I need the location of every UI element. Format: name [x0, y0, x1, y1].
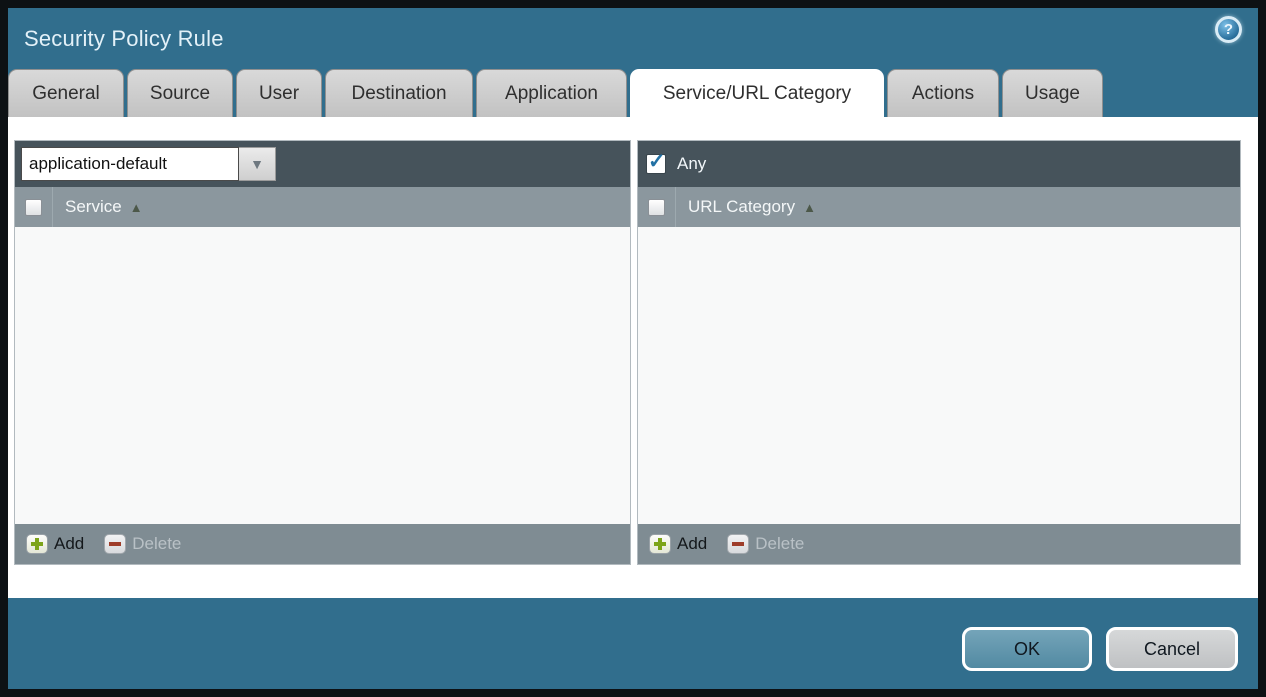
url-category-panel: ✓ Any URL Category ▲ Add [637, 140, 1241, 565]
any-checkbox[interactable]: ✓ [646, 154, 666, 174]
tab-label: Actions [912, 83, 974, 105]
title-bar: Security Policy Rule ? [8, 8, 1258, 69]
service-type-dropdown[interactable]: application-default ▼ [21, 147, 276, 181]
tab-label: Service/URL Category [663, 83, 851, 105]
tab-label: Application [505, 83, 598, 105]
add-icon [649, 534, 671, 554]
ok-button[interactable]: OK [962, 627, 1092, 671]
checkmark-icon: ✓ [648, 151, 666, 172]
dialog-action-bar: OK Cancel [8, 598, 1258, 689]
service-panel: application-default ▼ Service ▲ [14, 140, 631, 565]
url-category-list[interactable] [638, 227, 1240, 524]
url-category-toolbar: ✓ Any [638, 141, 1240, 187]
service-column-header: Service ▲ [15, 187, 630, 227]
tab-bar: General Source User Destination Applicat… [8, 69, 1258, 117]
tab-actions[interactable]: Actions [887, 69, 999, 117]
dialog-title: Security Policy Rule [24, 26, 224, 52]
tab-label: User [259, 83, 299, 105]
service-footer: Add Delete [15, 524, 630, 564]
delete-button-label: Delete [132, 534, 181, 554]
help-icon-glyph: ? [1224, 21, 1233, 38]
tab-source[interactable]: Source [127, 69, 233, 117]
tab-general[interactable]: General [8, 69, 124, 117]
tab-label: Destination [351, 83, 446, 105]
add-icon [26, 534, 48, 554]
panels-row: application-default ▼ Service ▲ [14, 140, 1258, 565]
url-category-column-label[interactable]: URL Category [688, 197, 795, 217]
add-button-label: Add [677, 534, 707, 554]
service-select-all-cell [15, 187, 53, 227]
tab-label: Source [150, 83, 210, 105]
service-add-button[interactable]: Add [26, 534, 84, 554]
service-delete-button[interactable]: Delete [104, 534, 181, 554]
add-button-label: Add [54, 534, 84, 554]
tab-content: application-default ▼ Service ▲ [8, 117, 1258, 598]
tab-label: General [32, 83, 100, 105]
tab-usage[interactable]: Usage [1002, 69, 1103, 117]
url-category-footer: Add Delete [638, 524, 1240, 564]
tab-user[interactable]: User [236, 69, 322, 117]
dropdown-arrow-button[interactable]: ▼ [239, 147, 276, 181]
sort-ascending-icon[interactable]: ▲ [803, 200, 816, 215]
delete-icon [727, 534, 749, 554]
delete-icon [104, 534, 126, 554]
url-category-delete-button[interactable]: Delete [727, 534, 804, 554]
url-category-select-all-cell [638, 187, 676, 227]
tab-label: Usage [1025, 83, 1080, 105]
tab-destination[interactable]: Destination [325, 69, 473, 117]
sort-ascending-icon[interactable]: ▲ [130, 200, 143, 215]
tab-service-url-category[interactable]: Service/URL Category [630, 69, 884, 117]
service-type-value[interactable]: application-default [21, 147, 239, 181]
cancel-button[interactable]: Cancel [1106, 627, 1238, 671]
url-category-column-header: URL Category ▲ [638, 187, 1240, 227]
service-column-label[interactable]: Service [65, 197, 122, 217]
help-icon[interactable]: ? [1215, 16, 1242, 43]
security-policy-rule-dialog: Security Policy Rule ? General Source Us… [0, 0, 1266, 697]
url-category-select-all-checkbox[interactable] [648, 199, 665, 216]
url-category-add-button[interactable]: Add [649, 534, 707, 554]
tab-application[interactable]: Application [476, 69, 627, 117]
any-label[interactable]: Any [677, 154, 706, 174]
chevron-down-icon: ▼ [250, 156, 264, 172]
service-list[interactable] [15, 227, 630, 524]
service-toolbar: application-default ▼ [15, 141, 630, 187]
service-select-all-checkbox[interactable] [25, 199, 42, 216]
delete-button-label: Delete [755, 534, 804, 554]
